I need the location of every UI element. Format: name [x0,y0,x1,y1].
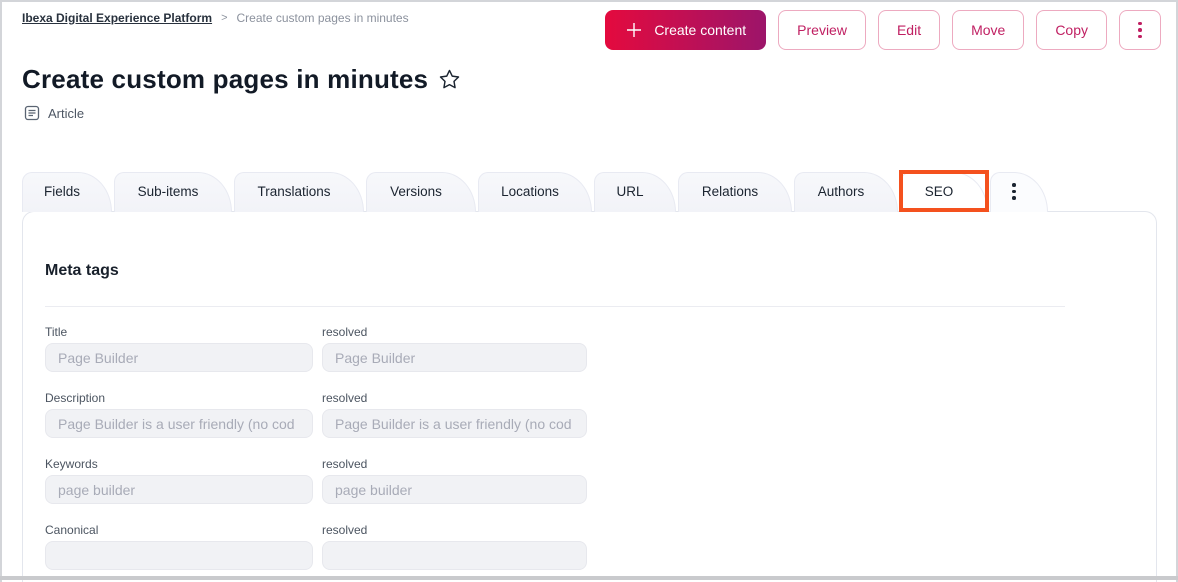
resolved-label: resolved [322,457,587,471]
tab-relations[interactable]: Relations [678,172,792,212]
tab-bar: Fields Sub-items Translations Versions L… [22,172,1050,212]
title-label: Title [45,325,313,339]
tab-url[interactable]: URL [594,172,676,212]
tab-sub-items[interactable]: Sub-items [114,172,232,212]
resolved-label: resolved [322,325,587,339]
more-actions-button[interactable] [1119,10,1161,50]
app-window: Ibexa Digital Experience Platform > Crea… [0,0,1178,582]
window-bottom-edge [0,576,1178,580]
edit-button[interactable]: Edit [878,10,940,50]
star-outline-icon[interactable] [438,68,461,91]
content-type-label: Article [48,106,84,121]
tab-seo[interactable]: SEO [900,172,988,212]
description-resolved-input[interactable] [322,409,587,438]
title-input[interactable] [45,343,313,372]
plus-icon [625,21,643,39]
tab-more-button[interactable] [990,172,1048,212]
kebab-vertical-icon [1012,183,1016,200]
tab-authors[interactable]: Authors [794,172,898,212]
article-document-icon [24,105,40,121]
resolved-label: resolved [322,523,587,537]
create-content-button[interactable]: Create content [605,10,766,50]
breadcrumb-current: Create custom pages in minutes [237,11,409,25]
breadcrumb-separator: > [221,12,227,24]
tab-versions[interactable]: Versions [366,172,476,212]
toolbar: Create content Preview Edit Move Copy [605,10,1161,50]
description-input[interactable] [45,409,313,438]
title-resolved-input[interactable] [322,343,587,372]
tab-seo-label: SEO [925,184,954,199]
canonical-input[interactable] [45,541,313,570]
meta-field-row-description: Description resolved [45,391,1134,438]
meta-field-row-keywords: Keywords resolved [45,457,1134,504]
seo-panel: Meta tags Title resolved Description [22,211,1157,582]
keywords-resolved-input[interactable] [322,475,587,504]
meta-field-row-canonical: Canonical resolved [45,523,1134,570]
canonical-resolved-input[interactable] [322,541,587,570]
tab-locations[interactable]: Locations [478,172,592,212]
section-title: Meta tags [45,262,1134,280]
copy-button[interactable]: Copy [1036,10,1107,50]
resolved-label: resolved [322,391,587,405]
tab-fields[interactable]: Fields [22,172,112,212]
breadcrumb-root-link[interactable]: Ibexa Digital Experience Platform [22,11,212,25]
tab-translations[interactable]: Translations [234,172,364,212]
breadcrumb: Ibexa Digital Experience Platform > Crea… [22,11,409,25]
preview-button[interactable]: Preview [778,10,866,50]
kebab-vertical-icon [1138,22,1142,39]
content-type-row: Article [24,105,84,121]
keywords-input[interactable] [45,475,313,504]
meta-field-row-title: Title resolved [45,325,1134,372]
page-title: Create custom pages in minutes [22,64,428,95]
move-button[interactable]: Move [952,10,1024,50]
description-label: Description [45,391,313,405]
canonical-label: Canonical [45,523,313,537]
meta-tags-form: Title resolved Description resolved [45,325,1134,570]
title-row: Create custom pages in minutes [22,64,461,95]
create-content-label: Create content [654,22,746,38]
section-divider [45,306,1065,307]
keywords-label: Keywords [45,457,313,471]
